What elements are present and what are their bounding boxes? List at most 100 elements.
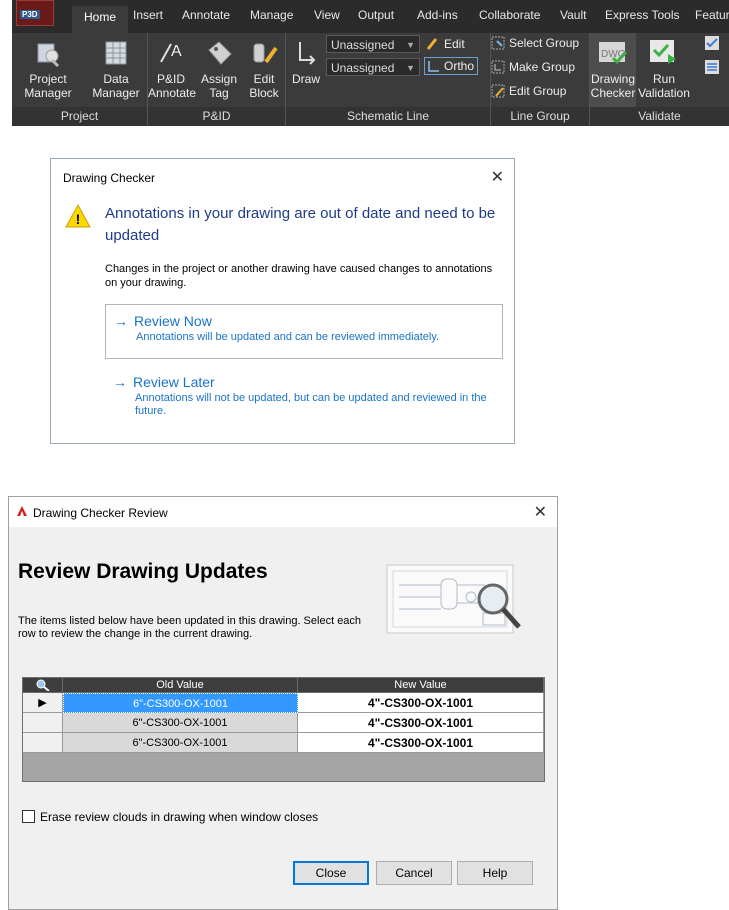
draw-button[interactable]: Draw: [288, 36, 324, 86]
tab-home[interactable]: Home: [72, 6, 129, 33]
ortho-toggle[interactable]: Ortho: [424, 57, 479, 75]
chevron-down-icon: ▼: [406, 63, 415, 73]
erase-clouds-checkbox[interactable]: Erase review clouds in drawing when wind…: [22, 810, 318, 824]
review-now-label: Review Now: [134, 313, 212, 329]
column-header-old-value[interactable]: Old Value: [63, 678, 298, 693]
arrow-right-icon: →: [113, 374, 127, 390]
table-row[interactable]: 6"-CS300-OX-1001 4"-CS300-OX-1001: [23, 713, 544, 733]
line-class-dropdown[interactable]: Unassigned ▼: [326, 58, 420, 76]
project-manager-button[interactable]: Project Manager: [18, 36, 78, 100]
panel-title-project: Project: [12, 107, 147, 126]
assign-tag-label: Assign Tag: [200, 72, 238, 100]
arrow-right-icon: →: [114, 313, 128, 329]
edit-line-button[interactable]: Edit: [426, 36, 465, 52]
tab-express-tools[interactable]: Express Tools: [605, 8, 679, 22]
assign-tag-icon: [203, 36, 235, 68]
tab-add-ins[interactable]: Add-ins: [417, 8, 458, 22]
drawing-checker-label: Drawing Checker: [590, 72, 636, 100]
review-later-option[interactable]: → Review Later Annotations will not be up…: [105, 366, 503, 428]
dialog-title: Drawing Checker: [63, 171, 156, 185]
edit-group-icon: [491, 84, 505, 98]
drawing-checker-button[interactable]: DWG Drawing Checker: [590, 33, 636, 107]
panel-title-line-group: Line Group: [491, 107, 589, 126]
edit-group-label: Edit Group: [509, 84, 567, 98]
autocad-logo-icon: [16, 505, 28, 517]
assign-tag-button[interactable]: Assign Tag: [196, 36, 242, 100]
help-button[interactable]: Help: [457, 861, 533, 885]
old-value-cell[interactable]: 6"-CS300-OX-1001: [63, 693, 298, 713]
line-type-dropdown[interactable]: Unassigned ▼: [326, 35, 420, 53]
draw-label: Draw: [291, 72, 320, 86]
panel-schematic-line: Draw Unassigned ▼ Unassigned ▼ Edit Orth…: [286, 33, 491, 126]
table-row[interactable]: ▶ 6"-CS300-OX-1001 4"-CS300-OX-1001: [23, 693, 544, 713]
line-class-value: Unassigned: [331, 61, 395, 75]
drawing-checker-icon: DWG: [597, 36, 629, 68]
make-group-button[interactable]: Make Group: [491, 59, 575, 75]
panel-line-group: Select Group Make Group Edit Group Line …: [491, 33, 590, 126]
edit-block-label: Edit Block: [249, 72, 279, 100]
tab-annotate[interactable]: Annotate: [182, 8, 230, 22]
edit-group-button[interactable]: Edit Group: [491, 83, 566, 99]
data-manager-icon: [100, 36, 132, 68]
pid-annotate-button[interactable]: A P&ID Annotate: [148, 36, 196, 100]
dialog-title: Drawing Checker Review: [33, 506, 168, 520]
dialog-body-text: Changes in the project or another drawin…: [105, 263, 493, 289]
row-indicator-icon: ▶: [23, 693, 63, 713]
tab-featured[interactable]: Featur: [695, 8, 729, 22]
new-value-cell[interactable]: 4"-CS300-OX-1001: [298, 733, 544, 753]
tab-vault[interactable]: Vault: [560, 8, 586, 22]
ribbon-tab-bar: P3D Home Insert Annotate Manage View Out…: [12, 0, 729, 33]
validation-settings-button[interactable]: [702, 35, 722, 54]
svg-text:A: A: [171, 43, 182, 60]
review-later-description: Annotations will not be updated, but can…: [135, 392, 487, 417]
new-value-cell[interactable]: 4"-CS300-OX-1001: [298, 713, 544, 733]
project-manager-icon: [32, 36, 64, 68]
tab-view[interactable]: View: [314, 8, 340, 22]
table-row[interactable]: 6"-CS300-OX-1001 4"-CS300-OX-1001: [23, 733, 544, 753]
column-header-new-value[interactable]: New Value: [298, 678, 544, 693]
row-header: [23, 733, 63, 753]
checkbox-box[interactable]: [22, 810, 35, 824]
grid-corner: [23, 678, 63, 693]
tab-insert[interactable]: Insert: [133, 8, 163, 22]
ortho-icon: [426, 59, 440, 73]
old-value-cell[interactable]: 6"-CS300-OX-1001: [63, 733, 298, 753]
data-manager-button[interactable]: Data Manager: [90, 36, 142, 100]
select-group-icon: [491, 36, 505, 50]
drawing-checker-dialog: Drawing Checker ✕ ! Annotations in your …: [50, 158, 515, 444]
ortho-label: Ortho: [444, 59, 475, 73]
make-group-icon: [491, 60, 505, 74]
new-value-cell[interactable]: 4"-CS300-OX-1001: [298, 693, 544, 713]
panel-title-pid: P&ID: [148, 107, 285, 126]
dialog-heading: Annotations in your drawing are out of d…: [105, 205, 496, 244]
review-description: The items listed below have been updated…: [18, 615, 362, 640]
ribbon: P3D Home Insert Annotate Manage View Out…: [12, 0, 729, 126]
validation-report-button[interactable]: [702, 59, 722, 78]
edit-block-button[interactable]: Edit Block: [244, 36, 284, 100]
tab-output[interactable]: Output: [358, 8, 394, 22]
drawing-checker-review-dialog: Drawing Checker Review ✕ Review Drawing …: [8, 496, 558, 910]
data-manager-label: Data Manager: [92, 72, 140, 100]
select-group-label: Select Group: [509, 36, 580, 50]
panel-title-schematic-line: Schematic Line: [286, 107, 490, 126]
cancel-button[interactable]: Cancel: [376, 861, 452, 885]
application-button[interactable]: P3D: [16, 0, 54, 26]
close-icon[interactable]: ✕: [534, 502, 547, 522]
close-icon[interactable]: ✕: [491, 167, 504, 187]
review-heading: Review Drawing Updates: [18, 560, 268, 583]
run-validation-button[interactable]: Run Validation: [638, 36, 690, 100]
tab-collaborate[interactable]: Collaborate: [479, 8, 540, 22]
review-now-option[interactable]: → Review Now Annotations will be updated …: [105, 304, 503, 359]
make-group-label: Make Group: [509, 60, 576, 74]
select-group-button[interactable]: Select Group: [491, 35, 579, 51]
validation-settings-icon: [705, 36, 719, 50]
panel-pid: A P&ID Annotate Assign Tag Edit Block P&…: [148, 33, 286, 126]
tab-manage[interactable]: Manage: [250, 8, 293, 22]
old-value-cell[interactable]: 6"-CS300-OX-1001: [63, 713, 298, 733]
close-button[interactable]: Close: [293, 861, 369, 885]
row-header: [23, 713, 63, 733]
app-badge: P3D: [20, 10, 40, 19]
draw-line-icon: [290, 36, 322, 68]
panel-title-validate: Validate: [590, 107, 729, 126]
validation-report-icon: [705, 60, 719, 74]
